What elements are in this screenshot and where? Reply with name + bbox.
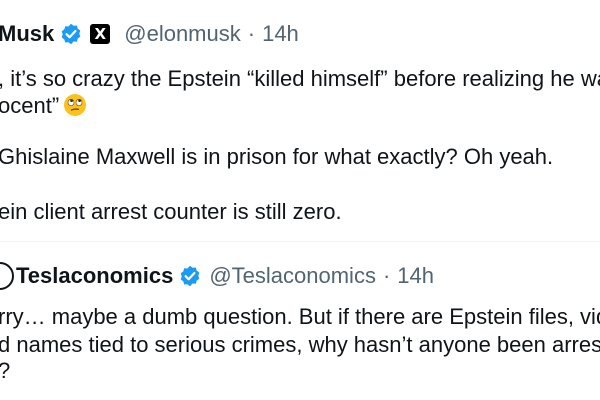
tweet-text-line-3: Ghislaine Maxwell is in prison for what …	[0, 144, 554, 169]
rolling-eyes-emoji-icon	[64, 94, 87, 116]
verified-badge-icon	[181, 265, 200, 287]
author-name[interactable]: Teslaconomics	[16, 262, 173, 290]
verified-badge-icon	[61, 23, 81, 45]
tweet-text-line-1: , it’s so crazy the Epstein “killed hims…	[0, 66, 600, 91]
timestamp[interactable]: 14h	[397, 262, 434, 290]
tweet-text-line-2: ocent”	[0, 91, 87, 121]
tweet-header: Musk X @elonmusk · 14h	[0, 20, 299, 48]
author-name[interactable]: Musk	[0, 20, 54, 48]
x-affiliate-badge-icon: X	[90, 24, 111, 44]
tweet-text-line-3: ?	[0, 356, 10, 386]
tweet-header: Teslaconomics @Teslaconomics · 14h	[16, 262, 434, 290]
tweet-text-line-2: d names tied to serious crimes, why hasn…	[0, 332, 600, 357]
tweet-divider	[0, 241, 600, 242]
tweet-text-fragment: ocent”	[0, 93, 60, 118]
author-handle[interactable]: @Teslaconomics	[209, 262, 376, 290]
separator-dot: ·	[382, 263, 391, 288]
tweet-text-line-1: rry… maybe a dumb question. But if there…	[0, 304, 600, 329]
timestamp[interactable]: 14h	[262, 20, 299, 48]
author-handle[interactable]: @elonmusk	[124, 20, 241, 48]
separator-dot: ·	[247, 21, 256, 46]
avatar[interactable]	[0, 262, 14, 290]
tweet-text-line-4: ein client arrest counter is still zero.	[0, 199, 342, 224]
